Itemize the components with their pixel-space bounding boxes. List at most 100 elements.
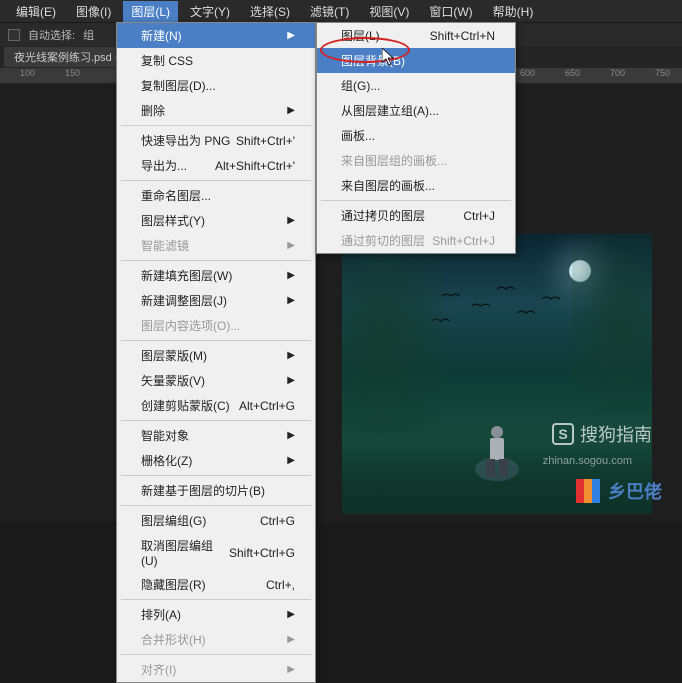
submenu-arrow-icon: ▶	[287, 295, 295, 306]
menu-item-layer-mask[interactable]: 图层蒙版(M)▶	[117, 343, 315, 368]
ruler-tick: 150	[65, 68, 80, 78]
submenu-arrow-icon: ▶	[287, 240, 295, 251]
menu-item-clipping-mask[interactable]: 创建剪贴蒙版(C)Alt+Ctrl+G	[117, 393, 315, 418]
menu-item-quick-export[interactable]: 快速导出为 PNGShift+Ctrl+'	[117, 128, 315, 153]
menu-item-new-slice[interactable]: 新建基于图层的切片(B)	[117, 478, 315, 503]
shortcut-label: Ctrl+,	[266, 578, 295, 592]
submenu-item-artboard[interactable]: 画板...	[317, 123, 515, 148]
submenu-arrow-icon: ▶	[287, 375, 295, 386]
submenu-arrow-icon: ▶	[287, 430, 295, 441]
menu-item-copy-css[interactable]: 复制 CSS	[117, 48, 315, 73]
ruler-tick: 100	[20, 68, 35, 78]
menu-item-smart-filter: 智能滤镜▶	[117, 233, 315, 258]
menu-item-rename[interactable]: 重命名图层...	[117, 183, 315, 208]
menu-item-new-fill[interactable]: 新建填充图层(W)▶	[117, 263, 315, 288]
watermark-bottom-text: 乡巴佬	[608, 478, 662, 504]
submenu-arrow-icon: ▶	[287, 455, 295, 466]
menu-item-ungroup[interactable]: 取消图层编组(U)Shift+Ctrl+G	[117, 533, 315, 572]
menu-item-rasterize[interactable]: 栅格化(Z)▶	[117, 448, 315, 473]
submenu-arrow-icon: ▶	[287, 30, 295, 41]
shortcut-label: Shift+Ctrl+J	[432, 234, 495, 248]
ruler-tick: 750	[655, 68, 670, 78]
menu-filter[interactable]: 滤镜(T)	[302, 1, 357, 22]
auto-select-mode[interactable]: 组	[83, 27, 94, 43]
submenu-arrow-icon: ▶	[287, 609, 295, 620]
menu-item-layer-style[interactable]: 图层样式(Y)▶	[117, 208, 315, 233]
submenu-arrow-icon: ▶	[287, 634, 295, 645]
bird-graphic	[542, 292, 560, 300]
menu-item-arrange[interactable]: 排列(A)▶	[117, 602, 315, 627]
menu-separator	[121, 654, 311, 655]
menu-image[interactable]: 图像(I)	[68, 1, 119, 22]
submenu-item-artboard-layer[interactable]: 来自图层的画板...	[317, 173, 515, 198]
menu-edit[interactable]: 编辑(E)	[8, 1, 64, 22]
menu-separator	[121, 180, 311, 181]
menu-separator	[121, 260, 311, 261]
menu-separator	[121, 420, 311, 421]
menu-separator	[121, 475, 311, 476]
shortcut-label: Shift+Ctrl+N	[430, 29, 495, 43]
menu-help[interactable]: 帮助(H)	[485, 1, 542, 22]
submenu-arrow-icon: ▶	[287, 215, 295, 226]
menu-item-layer-options: 图层内容选项(O)...	[117, 313, 315, 338]
shortcut-label: Alt+Ctrl+G	[239, 399, 295, 413]
foliage-graphic	[572, 234, 652, 414]
layer-menu-dropdown: 新建(N)▶ 复制 CSS 复制图层(D)... 删除▶ 快速导出为 PNGSh…	[116, 22, 316, 683]
menu-item-vector-mask[interactable]: 矢量蒙版(V)▶	[117, 368, 315, 393]
menu-separator	[121, 125, 311, 126]
menu-layer[interactable]: 图层(L)	[123, 1, 178, 22]
shortcut-label: Ctrl+G	[260, 514, 295, 528]
menu-item-duplicate[interactable]: 复制图层(D)...	[117, 73, 315, 98]
watermark-sogou: S 搜狗指南	[552, 421, 652, 447]
menu-item-new[interactable]: 新建(N)▶	[117, 23, 315, 48]
menu-item-new-adjust[interactable]: 新建调整图层(J)▶	[117, 288, 315, 313]
shortcut-label: Ctrl+J	[463, 209, 495, 223]
watermark-text: 搜狗指南	[580, 421, 652, 447]
submenu-item-group[interactable]: 组(G)...	[317, 73, 515, 98]
bird-graphic	[472, 299, 490, 307]
menu-separator	[321, 200, 511, 201]
submenu-item-background[interactable]: 图层背景(B)	[317, 48, 515, 73]
submenu-arrow-icon: ▶	[287, 270, 295, 281]
menu-separator	[121, 505, 311, 506]
ruler-tick: 600	[520, 68, 535, 78]
ruler-tick: 700	[610, 68, 625, 78]
shortcut-label: Shift+Ctrl+G	[229, 546, 295, 560]
bird-graphic	[517, 306, 535, 314]
auto-select-checkbox[interactable]	[8, 29, 20, 41]
menu-item-export-as[interactable]: 导出为...Alt+Shift+Ctrl+'	[117, 153, 315, 178]
submenu-item-via-cut: 通过剪切的图层Shift+Ctrl+J	[317, 228, 515, 253]
menu-view[interactable]: 视图(V)	[361, 1, 417, 22]
submenu-arrow-icon: ▶	[287, 664, 295, 675]
menu-item-align: 对齐(I)▶	[117, 657, 315, 682]
menubar: 编辑(E) 图像(I) 图层(L) 文字(Y) 选择(S) 滤镜(T) 视图(V…	[0, 0, 682, 22]
submenu-arrow-icon: ▶	[287, 350, 295, 361]
shortcut-label: Shift+Ctrl+'	[236, 134, 295, 148]
submenu-item-layer[interactable]: 图层(L)...Shift+Ctrl+N	[317, 23, 515, 48]
canvas-image[interactable]	[342, 234, 652, 514]
new-submenu: 图层(L)...Shift+Ctrl+N 图层背景(B) 组(G)... 从图层…	[316, 22, 516, 254]
bird-graphic	[497, 282, 515, 290]
auto-select-label: 自动选择:	[28, 27, 75, 43]
submenu-item-via-copy[interactable]: 通过拷贝的图层Ctrl+J	[317, 203, 515, 228]
bird-graphic	[442, 289, 460, 297]
menu-item-smart-object[interactable]: 智能对象▶	[117, 423, 315, 448]
shortcut-label: Alt+Shift+Ctrl+'	[215, 159, 295, 173]
watermark-url: zhinan.sogou.com	[543, 455, 632, 467]
submenu-item-group-from[interactable]: 从图层建立组(A)...	[317, 98, 515, 123]
stripe-logo-icon	[576, 479, 600, 503]
menu-type[interactable]: 文字(Y)	[182, 1, 238, 22]
menu-separator	[121, 340, 311, 341]
submenu-item-artboard-group: 来自图层组的画板...	[317, 148, 515, 173]
menu-window[interactable]: 窗口(W)	[421, 1, 480, 22]
figure-graphic	[472, 414, 522, 484]
menu-item-delete[interactable]: 删除▶	[117, 98, 315, 123]
menu-item-merge-shapes: 合并形状(H)▶	[117, 627, 315, 652]
submenu-arrow-icon: ▶	[287, 105, 295, 116]
ruler-tick: 650	[565, 68, 580, 78]
menu-item-hide[interactable]: 隐藏图层(R)Ctrl+,	[117, 572, 315, 597]
watermark-bottom: 乡巴佬	[576, 478, 662, 504]
menu-select[interactable]: 选择(S)	[242, 1, 298, 22]
sogou-logo-icon: S	[552, 423, 574, 445]
menu-item-group[interactable]: 图层编组(G)Ctrl+G	[117, 508, 315, 533]
